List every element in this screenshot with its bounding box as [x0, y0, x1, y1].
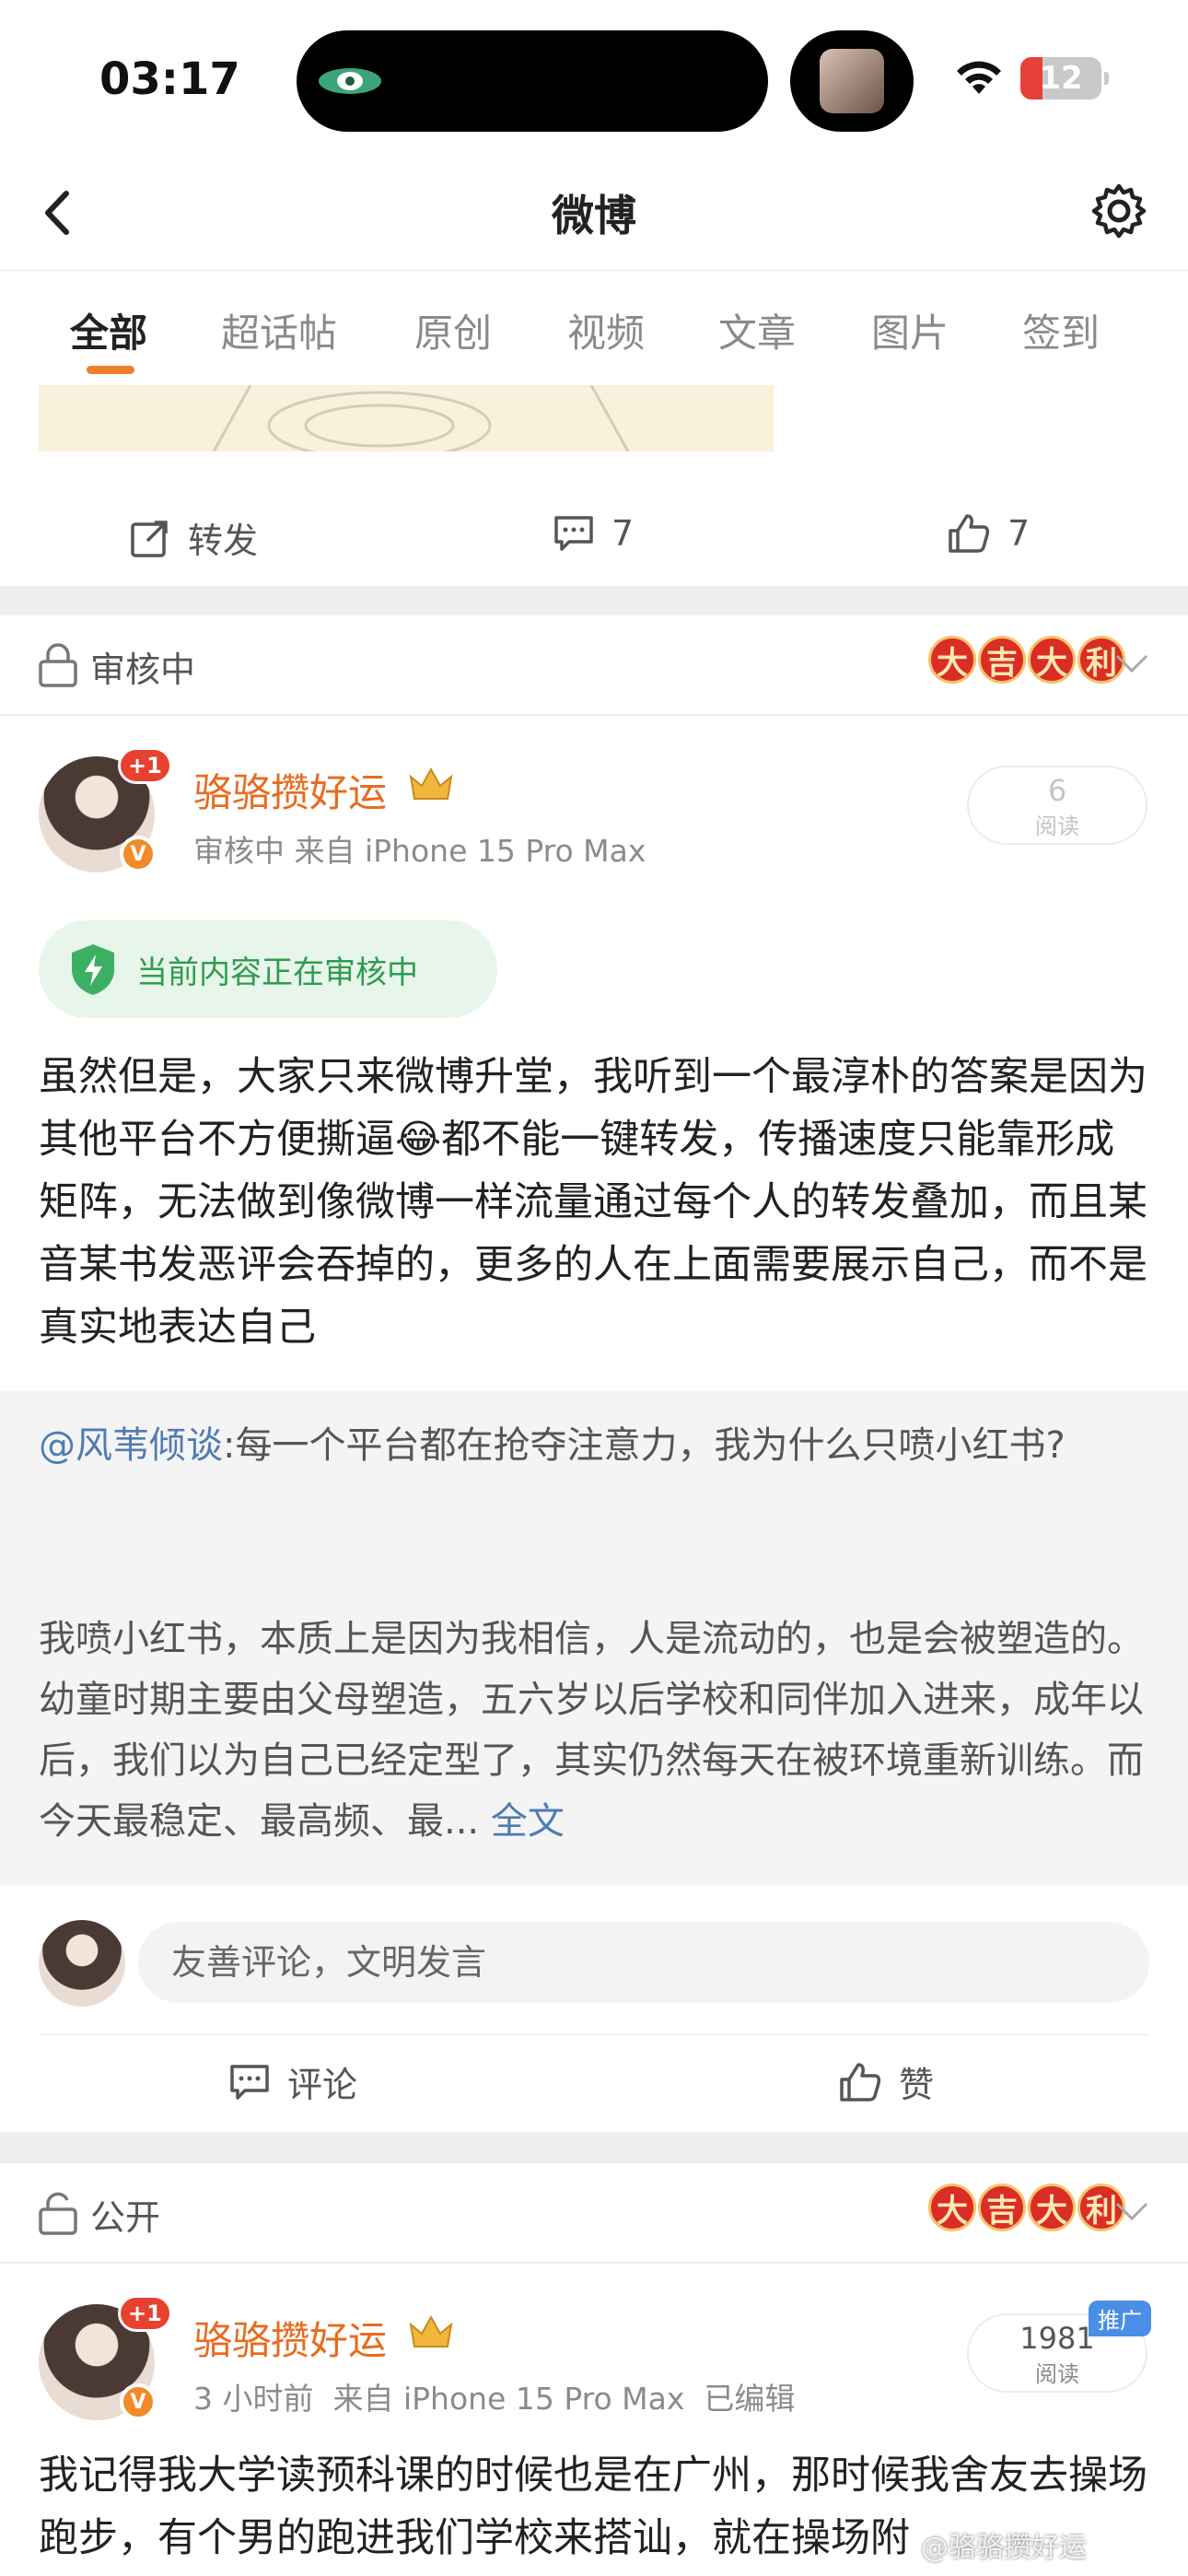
review-notice-text: 当前内容正在审核中 — [136, 954, 418, 991]
comment-button[interactable]: 评论 — [228, 2056, 357, 2107]
nav-bar: 微博 — [0, 157, 1188, 271]
tab-video[interactable]: 视频 — [567, 302, 645, 358]
username[interactable]: 骆骆攒好运 — [193, 2310, 387, 2366]
repost-label: 转发 — [188, 521, 259, 561]
comment-count: 7 — [611, 513, 635, 554]
fortune-char: 吉 — [978, 636, 1026, 684]
quoted-title: :每一个平台都在抢夺注意力，我为什么只喷小红书? — [223, 1424, 1066, 1467]
comment-icon — [554, 516, 593, 551]
category-tabs: 全部 超话帖 原创 视频 文章 图片 签到 — [0, 271, 1188, 385]
verified-badge-icon: V — [120, 2383, 157, 2420]
post-body: 虽然但是，大家只来微博升堂，我听到一个最淳朴的答案是因为其他平台不方便撕逼😂都不… — [39, 1054, 1147, 1351]
tab-image[interactable]: 图片 — [871, 302, 949, 358]
read-label: 阅读 — [1035, 814, 1079, 839]
comment-label: 评论 — [287, 2065, 358, 2105]
status-time: 03:17 — [99, 53, 240, 105]
fortune-char: 大 — [1028, 636, 1076, 684]
unlocked-icon — [39, 2192, 77, 2235]
comment-input[interactable]: 友善评论，文明发言 — [138, 1922, 1149, 2003]
like-count-button[interactable]: 7 — [947, 512, 1030, 555]
like-count: 7 — [1007, 513, 1031, 554]
battery-indicator: 12 — [1020, 57, 1109, 100]
fortune-char: 吉 — [978, 2184, 1026, 2231]
post-visibility-row: 公开 大吉大利 — [0, 2163, 1188, 2263]
battery-level: 12 — [1039, 60, 1083, 97]
read-count-pill[interactable]: 1981 阅读 推广 — [967, 2301, 1151, 2393]
quoted-author-link[interactable]: @风苇倾谈 — [39, 1424, 223, 1467]
tab-original[interactable]: 原创 — [414, 302, 492, 358]
crown-icon — [409, 2314, 453, 2348]
post-image-thumbnail[interactable] — [39, 385, 774, 451]
post-visibility-row: 审核中 大吉大利 — [0, 615, 1188, 715]
avatar-plus-badge: +1 — [118, 747, 172, 784]
like-label: 赞 — [899, 2065, 935, 2105]
chevron-down-icon[interactable] — [1114, 2200, 1149, 2222]
thumbs-up-icon — [949, 514, 990, 553]
crown-icon — [409, 767, 453, 800]
island-album-art — [790, 30, 914, 132]
comment-icon — [230, 2064, 269, 2100]
album-art-icon — [820, 49, 884, 113]
post-meta: 审核中 来自 iPhone 15 Pro Max — [193, 833, 646, 869]
wifi-icon — [957, 61, 1001, 94]
username[interactable]: 骆骆攒好运 — [193, 762, 387, 818]
thumbs-up-icon — [840, 2062, 881, 2102]
post-card-review: +1 V 骆骆攒好运 审核中 来自 iPhone 15 Pro Max 6 阅读… — [0, 716, 1188, 1391]
plate-illustration-icon — [212, 385, 630, 451]
fortune-char: 大 — [1028, 2184, 1076, 2231]
visibility-label: 审核中 — [90, 650, 196, 690]
lock-icon — [39, 643, 77, 687]
post-meta: 3 小时前 来自 iPhone 15 Pro Max 已编辑 — [193, 2381, 796, 2417]
like-button[interactable]: 赞 — [838, 2056, 934, 2107]
read-more-link[interactable]: 全文 — [491, 1800, 565, 1843]
repost-icon — [131, 520, 168, 557]
quoted-post[interactable]: @风苇倾谈:每一个平台都在抢夺注意力，我为什么只喷小红书? 我喷小红书，本质上是… — [0, 1391, 1188, 1885]
my-avatar — [39, 1920, 125, 2007]
comment-count-button[interactable]: 7 — [553, 512, 634, 555]
visibility-label: 公开 — [90, 2197, 161, 2238]
comment-section: 友善评论，文明发言 评论 赞 — [0, 1885, 1188, 2132]
read-count: 6 — [1047, 773, 1067, 808]
fortune-char: 大 — [928, 636, 976, 684]
page-title: 微博 — [552, 191, 636, 240]
gear-icon[interactable] — [1087, 179, 1151, 243]
quoted-text-para2: 我喷小红书，本质上是因为我相信，人是流动的，也是会被塑造的。幼童时期主要由父母塑… — [39, 1609, 1153, 1852]
chevron-down-icon[interactable] — [1114, 652, 1149, 674]
tab-super-topic[interactable]: 超话帖 — [221, 302, 337, 358]
read-label: 阅读 — [1035, 2361, 1079, 2387]
review-notice: 当前内容正在审核中 — [39, 920, 497, 1018]
fortune-char: 大 — [928, 2184, 976, 2231]
promo-badge: 推广 — [1089, 2301, 1151, 2336]
repost-button[interactable]: 转发 — [129, 512, 258, 563]
fortune-badge[interactable]: 大吉大利 — [928, 636, 1125, 684]
verified-badge-icon: V — [120, 836, 157, 872]
watermark: @骆骆攒好运 — [921, 2532, 1087, 2564]
fortune-badge[interactable]: 大吉大利 — [928, 2184, 1125, 2231]
avatar-plus-badge: +1 — [118, 2295, 172, 2332]
quoted-text-line1: @风苇倾谈:每一个平台都在抢夺注意力，我为什么只喷小红书? — [39, 1415, 1153, 1476]
post-card-previous: 转发 7 7 — [0, 385, 1188, 586]
tab-checkin[interactable]: 签到 — [1022, 302, 1100, 358]
status-bar: 03:17 12 — [0, 0, 1188, 157]
tab-all[interactable]: 全部 — [70, 302, 147, 358]
shield-icon — [72, 944, 114, 995]
quoted-excerpt: 我喷小红书，本质上是因为我相信，人是流动的，也是会被塑造的。幼童时期主要由父母塑… — [39, 1618, 1144, 1843]
divider — [39, 2034, 1149, 2035]
read-count-pill[interactable]: 6 阅读 — [967, 766, 1147, 845]
tab-article[interactable]: 文章 — [718, 302, 796, 358]
active-tab-indicator — [87, 366, 134, 374]
dynamic-island — [297, 30, 768, 132]
live-activity-icon — [319, 68, 381, 94]
